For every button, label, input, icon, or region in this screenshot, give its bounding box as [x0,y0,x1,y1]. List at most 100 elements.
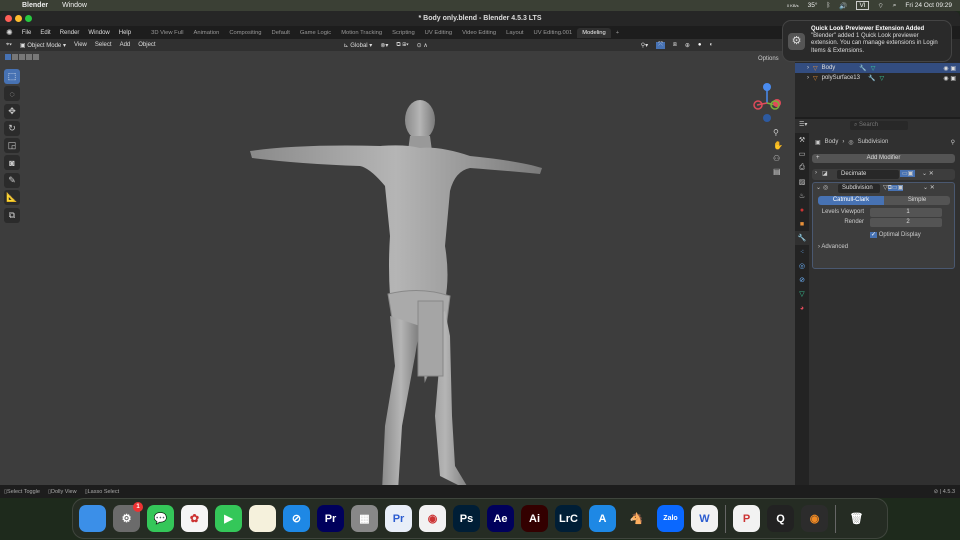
dock-app-app-store[interactable]: A [589,505,616,532]
dock-app-premiere-pro[interactable]: Pr [317,505,344,532]
dock-app-photoshop[interactable]: Ps [453,505,480,532]
snap-icon[interactable]: ⧉ ⊞▾ [396,42,408,49]
select-subtract-icon[interactable] [19,54,25,60]
blender-logo-icon[interactable]: ✺ [6,28,13,37]
tab-layout[interactable]: Layout [501,28,528,38]
dock-app-zalo[interactable]: Zalo [657,505,684,532]
tab-uv-editing-001[interactable]: UV Editing.001 [529,28,578,38]
rotate-tool-icon[interactable]: ↻ [4,121,20,136]
visibility-eye-icon[interactable]: ◉ ▣ [943,75,956,82]
dock-app-after-effects[interactable]: Ae [487,505,514,532]
select-invert-icon[interactable] [26,54,32,60]
dock-app-safari[interactable]: ⊘ [283,505,310,532]
pan-hand-icon[interactable]: ✋ [773,141,783,150]
outliner-item-polysurface13[interactable]: › ▽ polySurface13 🔧 ▽ ◉ ▣ [795,73,960,83]
mode-dropdown[interactable]: ▣ Object Mode ▾ [20,42,66,49]
menubar-window[interactable]: Window [62,2,87,9]
tab-compositing[interactable]: Compositing [224,28,266,38]
3d-viewport[interactable]: ⬚ ◌ ✥ ↻ ◲ ◙ ✎ 📐 ⧉ Options ⚲ ✋ ⚇ ▤ [0,51,795,486]
shading-material-icon[interactable]: ◐ [709,42,713,48]
constraints-tab-icon[interactable]: ⊘ [795,273,809,287]
view-layer-tab-icon[interactable]: ▨ [795,175,809,189]
bluetooth-icon[interactable]: ᛒ [826,2,830,9]
input-source[interactable]: VI [856,1,869,10]
select-box-tool-icon[interactable]: ⬚ [4,69,20,84]
modifier-wrench-icon[interactable]: 🔧 [868,75,875,82]
dock-app-facetime[interactable]: ▶ [215,505,242,532]
camera-view-icon[interactable]: ⚇ [773,154,783,163]
navigation-gizmo[interactable] [745,79,785,124]
optimal-display-checkbox[interactable]: ✓ Optimal Display [870,231,921,238]
menu-select[interactable]: Select [95,42,112,48]
shading-solid-icon[interactable]: ● [698,42,702,48]
outliner-item-body[interactable]: › ▽ Body 🔧 ▽ ◉ ▣ [795,63,960,73]
modifier-name-field[interactable]: Subdivision [838,184,880,193]
wifi-icon[interactable]: ⌔ [878,1,884,10]
add-cube-tool-icon[interactable]: ⧉ [4,208,20,223]
world-tab-icon[interactable]: ● [795,203,809,217]
tab-video-editing[interactable]: Video Editing [457,28,501,38]
cursor-tool-icon[interactable]: ◌ [4,86,20,101]
add-workspace-button[interactable]: + [611,28,624,38]
mesh-data-icon[interactable]: ▽ [871,65,876,72]
shading-wireframe-icon[interactable]: ⊕ [685,42,690,49]
orientation-dropdown[interactable]: ⊾ Global ▾ [344,42,373,49]
realtime-toggle-icon[interactable]: ▭▣ [900,170,916,177]
cage-toggle-icon[interactable]: ▽⧉▭▣ [881,184,905,192]
proportional-edit-icon[interactable]: ⊙ ∧ [417,42,428,49]
tab-motion-tracking[interactable]: Motion Tracking [336,28,387,38]
add-modifier-button[interactable]: + Add Modifier [812,154,955,163]
search-icon[interactable]: ⌕ [893,2,897,10]
notification[interactable]: ⚙ Quick Look Previewer Extension Added "… [782,20,952,62]
pin-icon[interactable]: ⚲ [951,139,955,146]
dock-app-messages[interactable]: 💬 [147,505,174,532]
dock-app-illustrator[interactable]: Ai [521,505,548,532]
tab-3d-view-full[interactable]: 3D View Full [146,28,188,38]
dock-app-blender[interactable]: ◉ [801,505,828,532]
tool-tab-icon[interactable]: ⚒ [795,133,809,147]
dock-app-premiere-rush[interactable]: Pr [385,505,412,532]
scale-tool-icon[interactable]: ◲ [4,138,20,153]
human-model[interactable] [240,96,560,486]
datetime[interactable]: Fri 24 Oct 09:29 [905,2,952,9]
modifier-wrench-icon[interactable]: 🔧 [859,65,866,72]
particles-tab-icon[interactable]: ⁖ [795,245,809,259]
levels-viewport-field[interactable]: 1 [870,208,942,217]
measure-tool-icon[interactable]: 📐 [4,190,20,205]
advanced-panel[interactable]: › Advanced [818,244,848,250]
dock-app-trash[interactable]: 🗑 [843,505,870,532]
render-tab-icon[interactable]: ▭ [795,147,809,161]
dock-app-system-settings[interactable]: ⚙ 1 [113,502,143,532]
menu-window[interactable]: Window [88,30,109,36]
modifier-name-field[interactable]: Decimate [837,170,899,179]
collapse-icon[interactable]: ⌄ [816,184,821,191]
menu-edit[interactable]: Edit [40,30,50,36]
scene-tab-icon[interactable]: ♨ [795,189,809,203]
output-tab-icon[interactable]: ⎙ [795,161,809,175]
physics-tab-icon[interactable]: ◎ [795,259,809,273]
volume-icon[interactable]: 🔊 [839,2,847,10]
modifier-tab-icon[interactable]: 🔧 [795,231,809,245]
select-intersect-icon[interactable] [33,54,39,60]
close-button[interactable] [5,15,12,22]
dropdown-icon[interactable]: ⌄ ✕ [923,184,935,191]
tab-default[interactable]: Default [267,28,295,38]
menu-file[interactable]: File [22,30,32,36]
dock-app-chrome[interactable]: ◉ [419,505,446,532]
tab-animation[interactable]: Animation [189,28,225,38]
search-input[interactable]: ⌕ Search [850,121,908,130]
dock-app-quicktime[interactable]: Q [767,505,794,532]
overlay-icon[interactable]: ⤧ [656,41,665,49]
dock-app-finder[interactable] [79,505,106,532]
select-extend-icon[interactable] [12,54,18,60]
minimize-button[interactable] [15,15,22,22]
dropdown-icon[interactable]: ⌄ ✕ [922,170,934,177]
material-tab-icon[interactable]: ◕ [795,301,809,315]
dock-app-powerpoint[interactable]: P [733,505,760,532]
dock-app-notes[interactable] [249,505,276,532]
zoom-icon[interactable]: ⚲ [773,128,783,137]
render-levels-field[interactable]: 2 [870,218,942,227]
options-button[interactable]: Options [758,56,779,62]
tab-scripting[interactable]: Scripting [387,28,420,38]
expand-icon[interactable]: › [807,75,809,81]
